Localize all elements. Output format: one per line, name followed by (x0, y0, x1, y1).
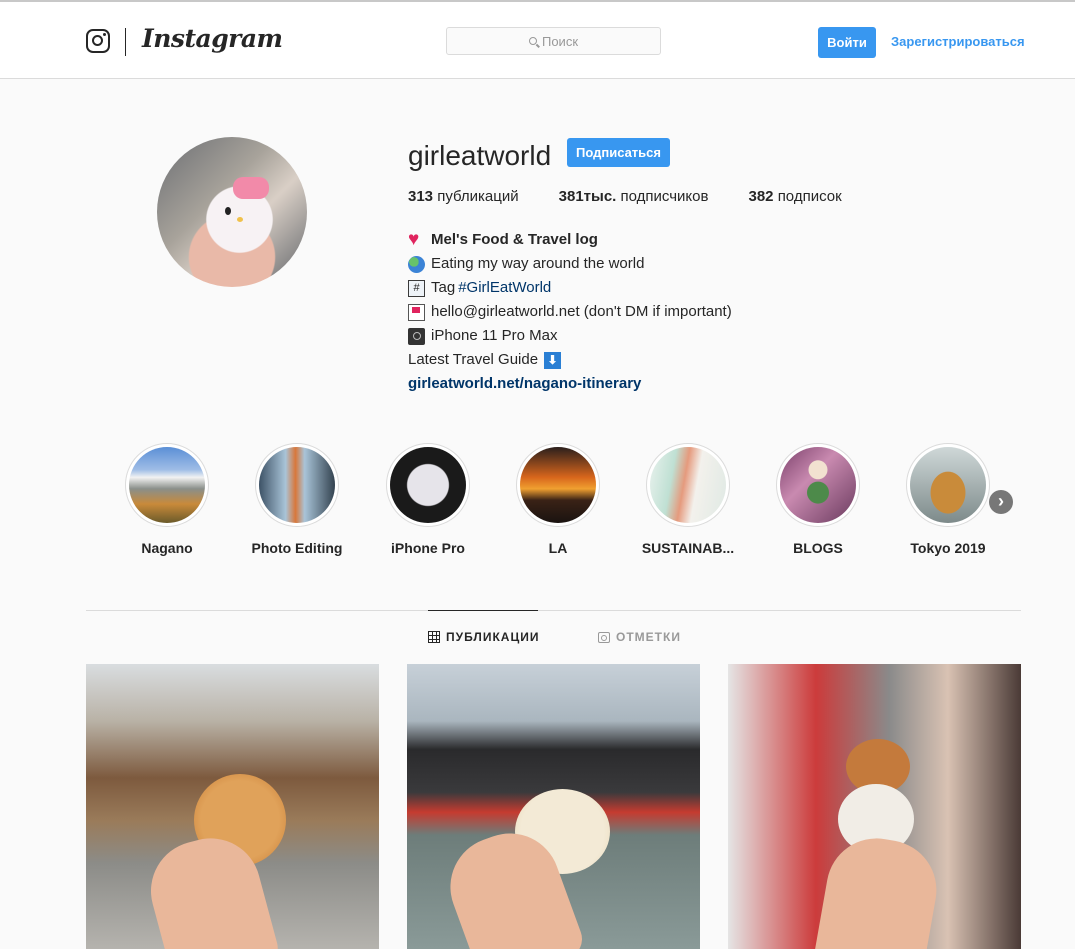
followers-count[interactable]: 381тыс. подписчиков (559, 188, 709, 205)
highlight-nagano[interactable]: Nagano (102, 443, 232, 556)
bio-line-2-prefix: Tag (431, 279, 456, 296)
hashtag-link[interactable]: #GirlEatWorld (458, 276, 551, 300)
highlight-iphone-pro[interactable]: iPhone Pro (363, 443, 493, 556)
highlight-blogs[interactable]: BLOGS (753, 443, 883, 556)
highlight-la[interactable]: LA (493, 443, 623, 556)
bio-website-link[interactable]: girleatworld.net/nagano-itinerary (408, 372, 641, 396)
story-highlights: Nagano Photo Editing iPhone Pro LA SUSTA… (0, 443, 1075, 563)
post-thumbnail[interactable] (728, 664, 1021, 949)
search-input[interactable]: Поиск (446, 27, 661, 55)
bio-line-4: iPhone 11 Pro Max (431, 327, 558, 344)
search-icon (528, 37, 537, 45)
highlight-photo-editing[interactable]: Photo Editing (232, 443, 362, 556)
highlight-sustainability[interactable]: SUSTAINAB... (623, 443, 753, 556)
following-count[interactable]: 382 подписок (748, 188, 841, 205)
envelope-icon (408, 303, 425, 321)
top-nav: Instagram Поиск Войти Зарегистрироваться (0, 2, 1075, 79)
search-placeholder: Поиск (541, 33, 579, 49)
camera-icon (408, 327, 425, 345)
bio-full-name: Mel's Food & Travel log (431, 231, 598, 248)
profile-bio: Mel's Food & Travel log Eating my way ar… (408, 228, 732, 396)
active-tab-indicator (428, 610, 538, 611)
tab-posts[interactable]: ПУБЛИКАЦИИ (428, 630, 539, 644)
globe-icon (408, 255, 425, 273)
profile-username: girleatworld (408, 140, 552, 171)
hashtag-icon: # (408, 279, 425, 297)
bio-line-1: Eating my way around the world (431, 255, 645, 272)
instagram-wordmark-logo[interactable]: Instagram (142, 24, 283, 53)
follow-button[interactable]: Подписаться (567, 138, 670, 167)
bio-line-5: Latest Travel Guide (408, 351, 539, 368)
signup-link[interactable]: Зарегистрироваться (891, 34, 1025, 49)
post-thumbnail[interactable] (407, 664, 700, 949)
avatar[interactable] (157, 137, 307, 287)
logo-divider (125, 28, 126, 56)
bio-line-3: hello@girleatworld.net (don't DM if impo… (431, 303, 732, 320)
login-button[interactable]: Войти (818, 27, 876, 58)
posts-count: 313 публикаций (408, 188, 519, 205)
grid-icon (428, 631, 440, 643)
instagram-camera-icon[interactable] (86, 29, 110, 53)
post-thumbnail[interactable] (86, 664, 379, 949)
profile-stats: 313 публикаций 381тыс. подписчиков 382 п… (408, 188, 882, 205)
tagged-icon (598, 631, 610, 643)
tabs-divider (86, 610, 1021, 611)
highlights-next-arrow-icon[interactable]: › (989, 490, 1013, 514)
heart-icon (408, 228, 425, 252)
down-arrow-icon: ⬇ (544, 351, 562, 369)
tab-tagged[interactable]: ОТМЕТКИ (598, 630, 681, 644)
